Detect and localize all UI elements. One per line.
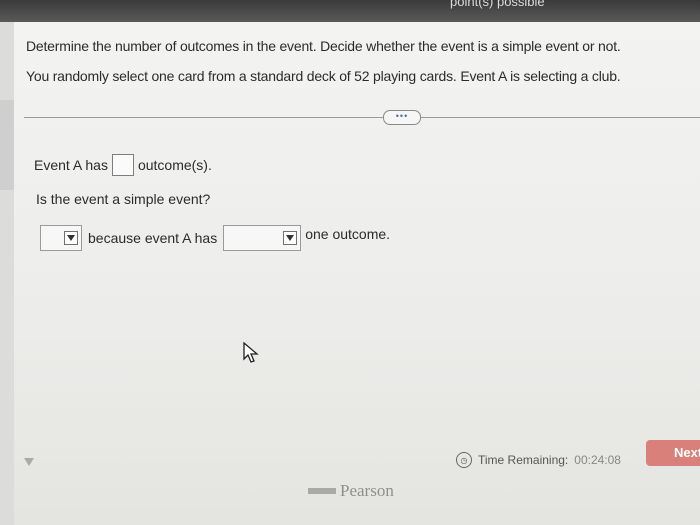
pearson-brand-text: Pearson bbox=[340, 481, 394, 500]
one-outcome-text: one outcome. bbox=[305, 226, 391, 242]
side-triangle-icon bbox=[24, 458, 34, 466]
top-bar: point(s) possible bbox=[0, 0, 700, 22]
left-sidebar-tab[interactable] bbox=[0, 100, 14, 190]
pearson-logo-mark bbox=[308, 488, 336, 494]
question-instruction: Determine the number of outcomes in the … bbox=[26, 38, 621, 54]
points-possible: point(s) possible bbox=[450, 0, 545, 9]
arrow-cursor-icon bbox=[243, 342, 259, 363]
divider bbox=[24, 117, 700, 118]
question-panel bbox=[14, 22, 700, 525]
dropdown-arrow-icon bbox=[64, 231, 78, 245]
left-strip bbox=[0, 22, 14, 525]
outcome-quantifier-dropdown[interactable] bbox=[223, 225, 302, 251]
time-value: 00:24:08 bbox=[574, 453, 621, 467]
simple-event-dropdown[interactable] bbox=[40, 225, 82, 251]
outcome-count-input[interactable] bbox=[111, 154, 134, 176]
more-options-button[interactable]: ••• bbox=[383, 110, 421, 125]
simple-event-question: Is the event a simple event? bbox=[36, 191, 211, 207]
outcome-count-row: Event A has outcome(s). bbox=[34, 154, 212, 176]
outcome-suffix: outcome(s). bbox=[137, 157, 212, 173]
pearson-logo: Pearson bbox=[308, 481, 394, 501]
clock-icon: ◷ bbox=[456, 452, 472, 468]
outcome-prefix: Event A has bbox=[34, 157, 108, 173]
question-problem: You randomly select one card from a stan… bbox=[26, 68, 621, 84]
time-label: Time Remaining: bbox=[478, 453, 569, 467]
dropdown-arrow-icon bbox=[283, 231, 298, 245]
next-button[interactable]: Next bbox=[646, 440, 700, 466]
because-text: because event A has bbox=[88, 230, 218, 246]
time-remaining: ◷ Time Remaining: 00:24:08 bbox=[456, 452, 621, 468]
simple-event-row: because event A has one outcome. bbox=[40, 225, 390, 251]
